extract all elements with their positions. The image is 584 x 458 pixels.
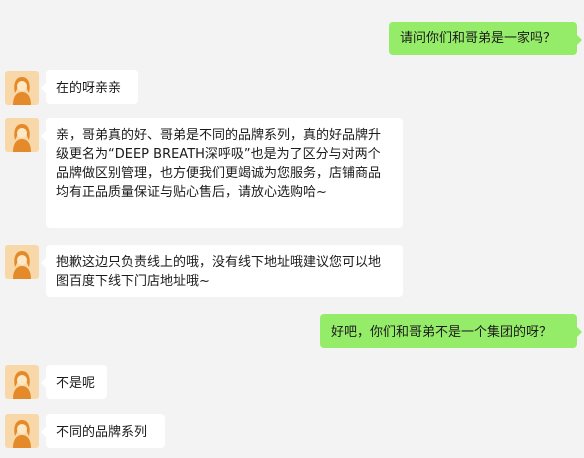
agent-avatar-icon[interactable] [5,245,39,279]
incoming-message-bubble[interactable]: 不同的品牌系列 [41,414,165,448]
outgoing-message-bubble[interactable]: 请问你们和哥弟是一家吗？ [389,22,582,55]
agent-avatar-icon[interactable] [5,414,39,448]
incoming-message-bubble[interactable]: 抱歉这边只负责线上的哦，没有线下地址哦建议您可以地图百度下线下门店地址哦~ [41,245,403,297]
incoming-message-bubble[interactable]: 不是呢 [41,365,107,399]
agent-avatar-icon[interactable] [5,365,39,399]
incoming-message-bubble[interactable]: 在的呀亲亲 [41,70,138,104]
outgoing-message-bubble[interactable]: 好吧，你们和哥弟不是一个集团的呀？ [320,314,582,348]
incoming-message-bubble[interactable]: 亲，哥弟真的好、哥弟是不同的品牌系列，真的好品牌升级更名为“DEEP BREAT… [41,118,403,228]
agent-avatar-icon[interactable] [5,118,39,152]
agent-avatar-icon[interactable] [5,71,39,105]
